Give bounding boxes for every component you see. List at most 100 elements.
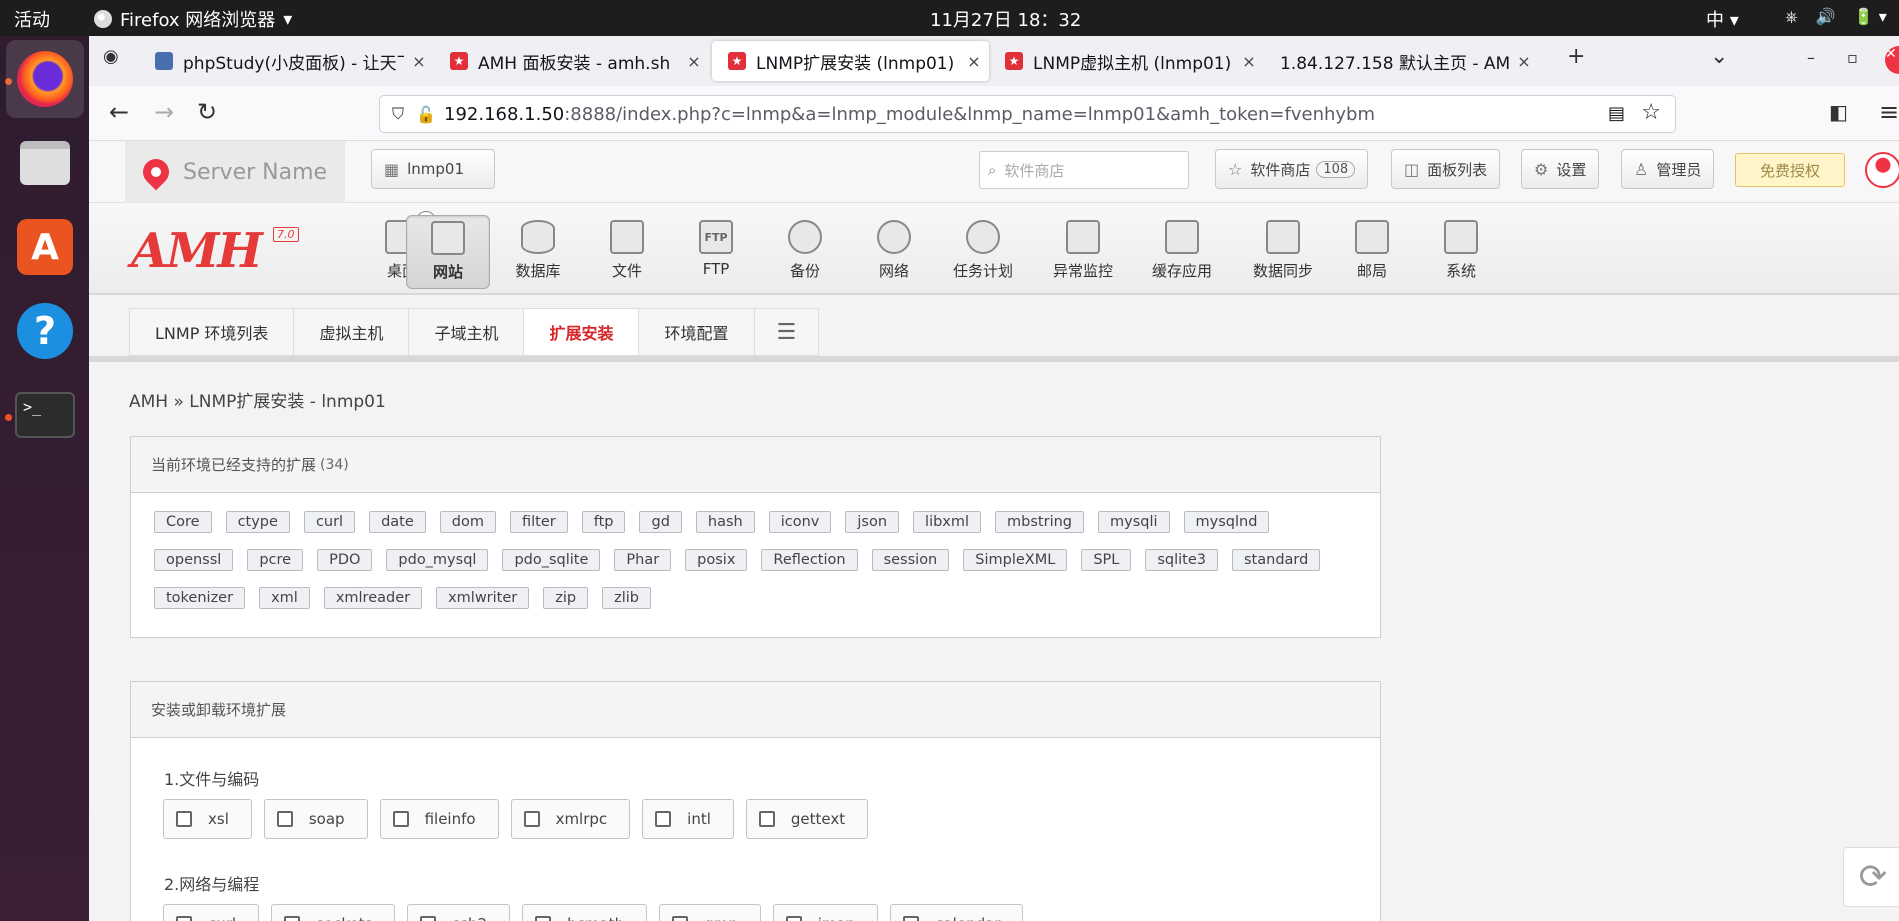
input-method-indicator[interactable]: 中 ▾ — [1706, 6, 1739, 32]
database-icon — [521, 220, 555, 254]
dock-files[interactable] — [6, 124, 84, 202]
nav-cache[interactable]: 缓存应用 — [1140, 215, 1224, 289]
url-bar[interactable]: ⛉ 🔓 192.168.1.50:8888/index.php?c=lnmp&a… — [379, 95, 1676, 133]
admin-button[interactable]: ♙ 管理员 — [1621, 149, 1715, 189]
close-icon[interactable]: × — [679, 52, 709, 71]
checkbox-icon[interactable] — [655, 811, 672, 827]
dock-firefox[interactable] — [6, 40, 84, 118]
free-license-button[interactable]: 免费授权 — [1735, 153, 1845, 187]
list-tabs-button[interactable]: ⌄ — [1710, 44, 1728, 69]
extension-checkbox[interactable]: sockets — [271, 904, 396, 921]
nav-backup[interactable]: 备份 — [763, 215, 847, 289]
bookmark-star-icon[interactable]: ☆ — [1641, 100, 1661, 125]
tab-subdomain-host[interactable]: 子域主机 — [409, 309, 525, 355]
checkbox-icon[interactable] — [758, 811, 775, 827]
shield-icon[interactable]: ⛉ — [392, 104, 416, 124]
checkbox-icon[interactable] — [523, 811, 540, 827]
insecure-lock-icon[interactable]: 🔓 — [416, 105, 444, 124]
extension-tag: hash — [695, 511, 755, 533]
tab-phpstudy[interactable]: phpStudy(小皮面板) - 让天下没有难配的服务器环境 × — [139, 41, 434, 81]
env-select-button[interactable]: ▦ lnmp01 — [371, 149, 495, 189]
tab-lnmp-vhost[interactable]: ★ LNMP虚拟主机 (lnmp01) × — [989, 41, 1264, 81]
store-search-input[interactable]: ⌕ 软件商店 — [979, 151, 1189, 189]
checkbox-icon[interactable] — [420, 916, 437, 921]
avatar[interactable] — [1865, 152, 1899, 188]
tab-amh-install[interactable]: ★ AMH 面板安装 - amh.sh × — [434, 41, 709, 81]
close-icon[interactable]: × — [404, 52, 434, 71]
dock-software[interactable]: A — [6, 208, 84, 286]
tab-lnmp-list[interactable]: LNMP 环境列表 — [130, 309, 295, 355]
dock-terminal[interactable]: >_ — [6, 376, 84, 454]
checkbox-icon[interactable] — [276, 811, 293, 827]
firefox-view-icon[interactable]: ◉ — [103, 46, 119, 67]
amh-topbar: Server Name ▦ lnmp01 ⌕ 软件商店 ☆ 软件商店 108 ◫… — [89, 141, 1899, 203]
close-window-button[interactable]: ✕ — [1885, 46, 1899, 74]
close-icon[interactable]: × — [1234, 52, 1264, 71]
extension-checkbox[interactable]: soap — [263, 799, 368, 839]
checkbox-label: sockets — [316, 915, 372, 921]
close-icon[interactable]: × — [1509, 52, 1539, 71]
refresh-button[interactable]: ⟳ — [1843, 847, 1899, 907]
tab-env-config[interactable]: 环境配置 — [639, 309, 755, 355]
minimize-button[interactable]: – — [1807, 48, 1815, 67]
tab-virtual-host[interactable]: 虚拟主机 — [294, 309, 410, 355]
tab-default-home[interactable]: 1.84.127.158 默认主页 - AMH × — [1264, 41, 1539, 81]
nav-system[interactable]: 系统 — [1419, 215, 1503, 289]
nav-cron[interactable]: 任务计划 — [941, 215, 1025, 289]
extension-checkbox[interactable]: imap — [772, 904, 879, 921]
app-menu[interactable]: Firefox 网络浏览器 ▾ — [94, 6, 292, 32]
extension-checkbox[interactable]: intl — [642, 799, 734, 839]
extension-checkbox[interactable]: curl — [163, 904, 260, 921]
extension-checkbox[interactable]: gettext — [745, 799, 869, 839]
env-select-label: lnmp01 — [407, 160, 465, 178]
activities-button[interactable]: 活动 — [14, 6, 50, 32]
extension-tag: mbstring — [995, 511, 1084, 533]
tab-lnmp-extension[interactable]: ★ LNMP扩展安装 (lnmp01) × — [712, 41, 989, 81]
tab-extension-install[interactable]: 扩展安装 — [524, 309, 640, 355]
checkbox-icon[interactable] — [903, 916, 920, 921]
checkbox-icon[interactable] — [176, 811, 192, 827]
pocket-icon[interactable]: ◧ — [1829, 100, 1848, 124]
extension-checkbox[interactable]: gmp — [659, 904, 761, 921]
system-tray[interactable]: ⎈ 🔊 🔋 ▾ — [1785, 7, 1887, 27]
reader-view-icon[interactable]: ▤ — [1608, 103, 1625, 124]
checkbox-icon[interactable] — [284, 916, 301, 921]
hamburger-menu-icon[interactable]: ≡ — [1879, 98, 1899, 126]
panel-header: 当前环境已经支持的扩展 (34) — [131, 437, 1380, 493]
software-store-button[interactable]: ☆ 软件商店 108 — [1215, 149, 1369, 189]
checkbox-icon[interactable] — [785, 916, 802, 921]
amh-logo[interactable]: AMH 7.0 — [131, 223, 299, 279]
checkbox-icon[interactable] — [535, 916, 552, 921]
checkbox-icon[interactable] — [176, 916, 192, 921]
checkbox-icon[interactable] — [672, 916, 689, 921]
extension-checkbox[interactable]: fileinfo — [379, 799, 499, 839]
nav-monitor[interactable]: 异常监控 — [1041, 215, 1125, 289]
extension-checkbox[interactable]: xmlrpc — [510, 799, 631, 839]
extension-checkbox[interactable]: ssh2 — [407, 904, 511, 921]
restore-button[interactable]: ▫ — [1847, 48, 1858, 67]
menu-icon[interactable]: ☰ — [755, 309, 819, 355]
settings-button[interactable]: ⚙ 设置 — [1521, 149, 1600, 189]
extension-checkbox[interactable]: xsl — [163, 799, 252, 839]
back-button[interactable]: ← — [109, 98, 129, 126]
nav-network[interactable]: 网络 — [852, 215, 936, 289]
checkbox-icon[interactable] — [392, 811, 409, 827]
panel-list-button[interactable]: ◫ 面板列表 — [1391, 149, 1501, 189]
forward-button[interactable]: → — [154, 98, 174, 126]
extension-tag: xml — [259, 587, 310, 609]
clock[interactable]: 11月27日 18：32 — [930, 6, 1081, 32]
star-icon: ☆ — [1228, 159, 1243, 179]
dock-help[interactable]: ? — [6, 292, 84, 370]
nav-ftp[interactable]: FTP FTP — [674, 215, 758, 289]
nav-database[interactable]: 数据库 — [496, 215, 580, 289]
nav-mail[interactable]: 邮局 — [1330, 215, 1414, 289]
extension-checkbox[interactable]: bcmath — [522, 904, 648, 921]
server-name[interactable]: Server Name — [125, 141, 345, 203]
nav-files[interactable]: 文件 — [585, 215, 669, 289]
new-tab-button[interactable]: + — [1567, 44, 1585, 69]
extension-checkbox[interactable]: calendar — [890, 904, 1024, 921]
nav-sync[interactable]: 数据同步 — [1241, 215, 1325, 289]
close-icon[interactable]: × — [959, 52, 989, 71]
nav-website[interactable]: 网站 — [406, 215, 490, 289]
reload-button[interactable]: ↻ — [197, 98, 217, 126]
